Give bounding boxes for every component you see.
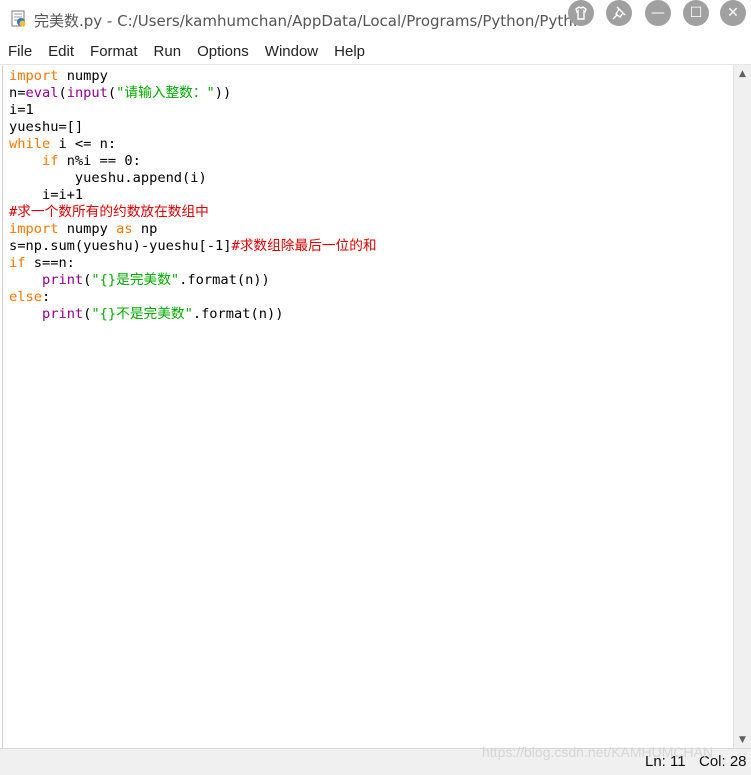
close-button[interactable]: ✕ xyxy=(720,0,746,26)
maximize-button[interactable]: ☐ xyxy=(683,0,709,26)
code-token-kw: if xyxy=(41,153,59,169)
code-token-bi: print xyxy=(41,272,84,288)
code-token: i <= n: xyxy=(50,136,117,152)
code-token: yueshu=[] xyxy=(9,119,84,135)
code-token-cm: #求一个数所有的约数放在数组中 xyxy=(9,204,209,220)
code-line[interactable]: i=1 xyxy=(9,102,377,119)
code-editor[interactable]: import numpy n=eval(input("请输入整数：")) i=1 yu… xyxy=(2,65,735,748)
window-title: 完美数.py - C:/Users/kamhumchan/AppData/Loc… xyxy=(34,12,579,30)
code-token-kw: else xyxy=(9,289,42,305)
code-token: np xyxy=(132,221,158,237)
code-token: i=1 xyxy=(9,102,34,118)
code-token-st: "请输入整数：" xyxy=(116,85,215,101)
code-token: s==n: xyxy=(25,255,75,271)
code-line[interactable]: i=i+1 xyxy=(9,187,377,204)
code-token: ( xyxy=(107,85,117,101)
minimize-icon: — xyxy=(651,5,665,21)
code-line[interactable]: if s==n: xyxy=(9,255,377,272)
pin-icon[interactable] xyxy=(606,0,632,26)
menu-file[interactable]: File xyxy=(0,43,40,60)
code-line[interactable]: s=np.sum(yueshu)-yueshu[-1]#求数组除最后一位的和 xyxy=(9,238,377,255)
title-bar: 完美数.py - C:/Users/kamhumchan/AppData/Loc… xyxy=(0,0,751,38)
close-icon: ✕ xyxy=(727,5,739,21)
code-token: ( xyxy=(58,85,67,101)
code-text[interactable]: import numpy n=eval(input("请输入整数：")) i=1 yu… xyxy=(9,68,377,323)
watermark: https://blog.csdn.net/KAMHUMCHAN xyxy=(482,744,714,760)
code-token-kw: while xyxy=(9,136,51,152)
menu-run[interactable]: Run xyxy=(146,43,190,60)
code-token: : xyxy=(41,289,51,305)
code-line[interactable]: n=eval(input("请输入整数：")) xyxy=(9,85,377,102)
menu-options[interactable]: Options xyxy=(189,43,257,60)
code-token: .format(n)) xyxy=(179,272,270,288)
code-token-bi: print xyxy=(41,306,84,322)
code-line[interactable]: print("{}不是完美数".format(n)) xyxy=(9,306,377,323)
code-token: n%i == 0: xyxy=(58,153,141,169)
code-token: .format(n)) xyxy=(192,306,284,322)
code-line[interactable]: import numpy as np xyxy=(9,221,377,238)
code-token: )) xyxy=(214,85,232,101)
code-token-kw: if xyxy=(9,255,26,271)
code-token: numpy xyxy=(58,221,117,237)
code-token: s=np.sum(yueshu)-yueshu[-1] xyxy=(9,238,232,254)
code-token: yueshu.append(i) xyxy=(9,170,207,186)
code-token-st: "{}不是完美数" xyxy=(91,306,193,322)
code-token: numpy xyxy=(58,68,108,84)
code-line[interactable]: yueshu.append(i) xyxy=(9,170,377,187)
menu-window[interactable]: Window xyxy=(257,43,326,60)
code-line[interactable]: #求一个数所有的约数放在数组中 xyxy=(9,204,377,221)
shirt-icon[interactable] xyxy=(568,0,594,26)
code-line[interactable]: yueshu=[] xyxy=(9,119,377,136)
menu-format[interactable]: Format xyxy=(82,43,146,60)
code-line[interactable]: while i <= n: xyxy=(9,136,377,153)
menu-help[interactable]: Help xyxy=(326,43,373,60)
scroll-down-icon[interactable]: ▼ xyxy=(734,731,751,748)
code-token-bi: eval xyxy=(25,85,59,101)
vertical-scrollbar[interactable]: ▲ ▼ xyxy=(733,65,751,748)
scroll-up-icon[interactable]: ▲ xyxy=(734,65,751,82)
code-token-bi: input xyxy=(66,85,108,101)
code-token-kw: import xyxy=(9,221,59,237)
code-token-kw: as xyxy=(116,221,133,237)
code-token: i=i+1 xyxy=(9,187,84,203)
code-token-kw: import xyxy=(9,68,59,84)
code-line[interactable]: if n%i == 0: xyxy=(9,153,377,170)
code-line[interactable]: print("{}是完美数".format(n)) xyxy=(9,272,377,289)
minimize-button[interactable]: — xyxy=(645,0,671,26)
maximize-icon: ☐ xyxy=(689,5,703,21)
code-line[interactable]: import numpy xyxy=(9,68,377,85)
menu-bar: File Edit Format Run Options Window Help xyxy=(0,38,751,65)
code-token-cm: #求数组除最后一位的和 xyxy=(231,238,377,254)
python-idle-icon xyxy=(11,10,26,27)
code-line[interactable]: else: xyxy=(9,289,377,306)
menu-edit[interactable]: Edit xyxy=(40,43,82,60)
code-token: n= xyxy=(9,85,26,101)
code-token-st: "{}是完美数" xyxy=(91,272,180,288)
